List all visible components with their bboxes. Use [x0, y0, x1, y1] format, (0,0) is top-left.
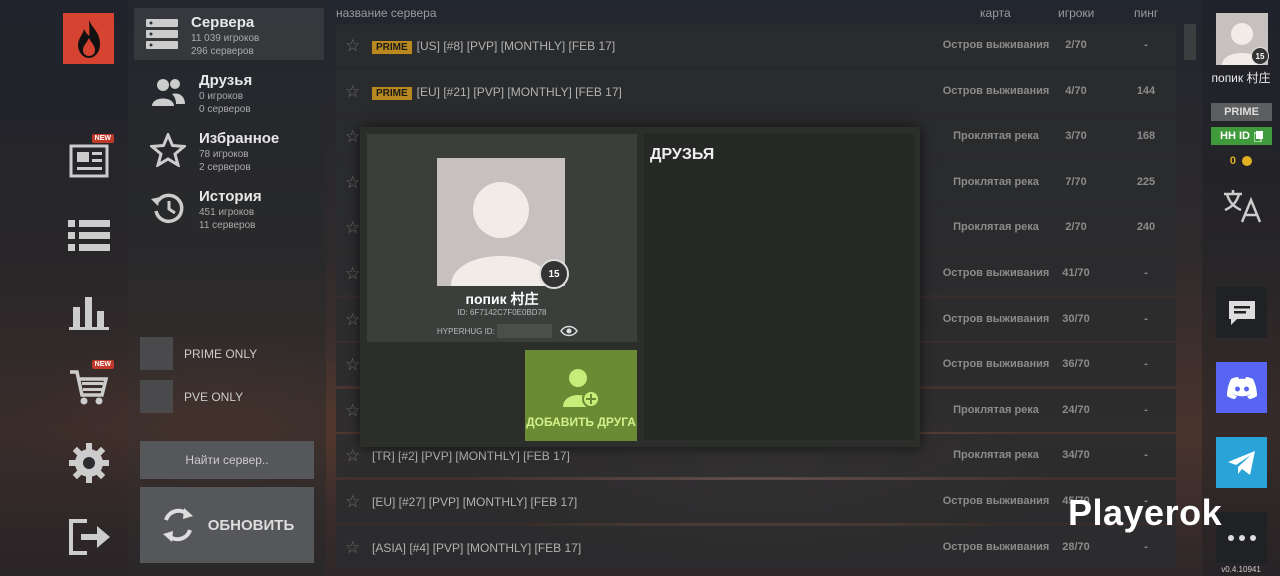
prime-only-checkbox[interactable] [140, 337, 173, 370]
category-server-count: 0 серверов [199, 104, 251, 115]
more-button[interactable] [1216, 512, 1267, 563]
exit-button[interactable] [66, 514, 112, 560]
category-players: 11 039 игроков [191, 33, 260, 44]
left-nav-rail: NEW NEW [0, 0, 128, 576]
stats-button[interactable] [66, 289, 112, 335]
refresh-label: ОБНОВИТЬ [207, 516, 295, 534]
translate-icon [1223, 189, 1261, 222]
news-icon [69, 144, 109, 178]
level-badge: 15 [539, 259, 569, 289]
add-friend-button[interactable]: ДОБАВИТЬ ДРУГА [525, 350, 637, 441]
category-server-count: 296 серверов [191, 46, 254, 57]
list-icon [68, 220, 110, 251]
refresh-button[interactable]: ОБНОВИТЬ [140, 487, 314, 563]
user-level-badge: 15 [1251, 47, 1269, 65]
category-title: Сервера [191, 14, 255, 31]
player-name: попик 村庄 [465, 291, 539, 307]
player-id: ID: 6F7142C7F0E0BD78 [457, 308, 547, 317]
category-friends[interactable]: Друзья 0 игроков 0 серверов [142, 66, 322, 118]
pve-only-label: PVE ONLY [184, 390, 244, 404]
app-logo[interactable] [63, 13, 114, 64]
profile-modal: 15 попик 村庄 ID: 6F7142C7F0E0BD78 HYPERHU… [360, 127, 920, 447]
pve-only-checkbox[interactable] [140, 380, 173, 413]
gear-icon [69, 443, 109, 483]
hyperhug-id-field [497, 324, 552, 338]
star-icon [150, 133, 186, 167]
shop-button[interactable]: NEW [66, 360, 114, 410]
telegram-icon [1227, 450, 1255, 475]
right-rail: 15 попик 村庄 PRIME HH ID 0 v0.4.10941 [1202, 0, 1280, 576]
prime-only-label: PRIME ONLY [184, 347, 258, 361]
discord-icon [1226, 376, 1257, 399]
coin-balance: 0 [1202, 155, 1280, 167]
flame-icon [77, 19, 100, 58]
category-title: Друзья [199, 72, 253, 89]
show-id-button[interactable] [560, 324, 578, 342]
friends-panel: ДРУЗЬЯ [644, 134, 914, 440]
logout-icon [69, 519, 110, 555]
category-history[interactable]: История 451 игроков 11 серверов [142, 182, 322, 234]
add-user-icon [563, 369, 600, 408]
find-server-button[interactable]: Найти сервер.. [140, 441, 314, 479]
new-badge: NEW [91, 360, 114, 369]
category-title: История [199, 188, 262, 205]
user-name: попик 村庄 [1211, 71, 1271, 85]
hh-id-label: HH ID [1220, 130, 1250, 142]
telegram-button[interactable] [1216, 437, 1267, 488]
category-server-count: 11 серверов [199, 220, 256, 231]
category-players: 78 игроков [199, 149, 249, 160]
news-button[interactable]: NEW [66, 134, 114, 184]
add-friend-label: ДОБАВИТЬ ДРУГА [526, 415, 636, 429]
chat-icon [1228, 300, 1255, 325]
cart-icon [70, 370, 109, 405]
category-server-count: 2 серверов [199, 162, 251, 173]
language-button[interactable] [1216, 180, 1267, 231]
server-list-button[interactable] [66, 213, 112, 259]
category-favorites[interactable]: Избранное 78 игроков 2 серверов [142, 124, 322, 176]
bar-chart-icon [69, 297, 109, 330]
servers-icon [146, 19, 178, 49]
watermark: Playerok [1068, 492, 1223, 533]
friends-icon [152, 79, 185, 106]
hyperhug-label: HYPERHUG ID: [437, 327, 495, 336]
settings-button[interactable] [66, 440, 112, 486]
new-badge: NEW [91, 134, 114, 143]
refresh-icon [162, 508, 193, 542]
history-icon [151, 193, 184, 224]
category-title: Избранное [199, 130, 280, 147]
version-label: v0.4.10941 [1221, 565, 1261, 574]
friends-title: ДРУЗЬЯ [650, 146, 715, 163]
copy-icon [1253, 130, 1263, 142]
chat-button[interactable] [1216, 287, 1267, 338]
hh-id-button[interactable]: HH ID [1211, 127, 1272, 145]
eye-icon [560, 325, 578, 337]
coin-icon [1242, 156, 1253, 167]
discord-button[interactable] [1216, 362, 1267, 413]
category-players: 451 игроков [199, 207, 255, 218]
category-servers[interactable]: Сервера 11 039 игроков 296 серверов [134, 8, 324, 60]
more-icon [1227, 534, 1256, 541]
category-players: 0 игроков [199, 91, 244, 102]
coin-count: 0 [1229, 155, 1237, 167]
profile-card: 15 попик 村庄 ID: 6F7142C7F0E0BD78 HYPERHU… [367, 134, 637, 342]
category-panel: Сервера 11 039 игроков 296 серверов Друз… [128, 0, 326, 576]
prime-button[interactable]: PRIME [1211, 103, 1272, 121]
